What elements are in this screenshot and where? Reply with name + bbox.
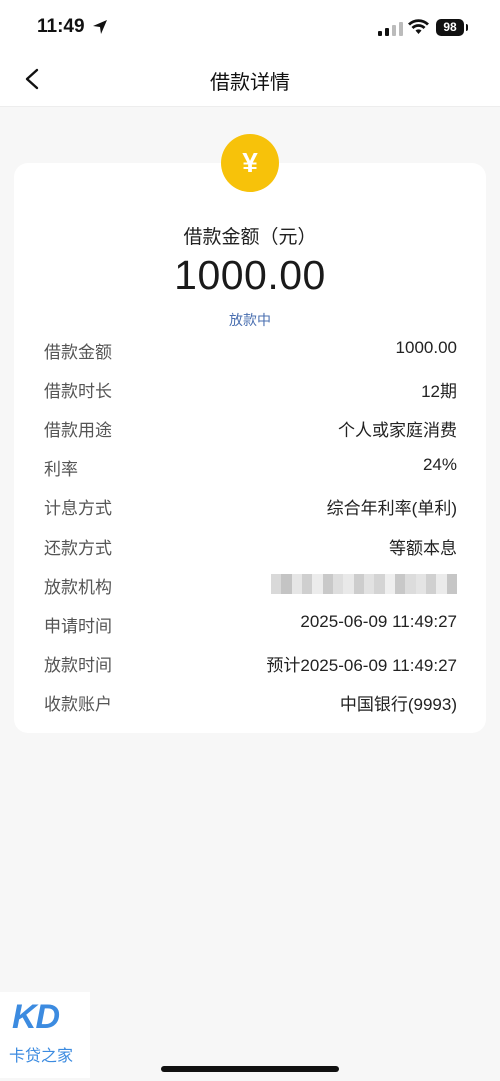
watermark-kd-logo: KD — [12, 998, 60, 1036]
detail-value: 1000.00 — [395, 338, 457, 357]
yen-coin-icon: ¥ — [221, 134, 279, 192]
amount-value: 1000.00 — [174, 252, 326, 298]
detail-row-repayment-method: 还款方式 等额本息 — [44, 534, 457, 558]
status-badge: 放款中 — [229, 312, 271, 328]
nav-bar: 借款详情 — [0, 56, 500, 107]
detail-value: 24% — [422, 455, 457, 474]
detail-value: 预计2025-06-09 11:49:27 — [266, 656, 457, 675]
detail-row-purpose: 借款用途 个人或家庭消费 — [44, 416, 457, 440]
detail-row-lender: 放款机构 — [44, 573, 457, 597]
detail-label: 放款机构 — [44, 578, 112, 597]
detail-label: 计息方式 — [44, 499, 112, 518]
detail-label: 利率 — [44, 460, 78, 479]
detail-label: 借款用途 — [44, 421, 112, 440]
home-indicator[interactable] — [161, 1066, 339, 1072]
detail-value: 个人或家庭消费 — [338, 421, 457, 440]
detail-row-term: 借款时长 12期 — [44, 377, 457, 401]
page-title: 借款详情 — [210, 72, 290, 94]
detail-row-disburse-time: 放款时间 预计2025-06-09 11:49:27 — [44, 651, 457, 675]
status-bar: 11:49 98 — [0, 0, 500, 56]
watermark-logo: KD 卡贷之家 — [0, 992, 90, 1078]
redacted-lender-name — [271, 574, 457, 594]
detail-value: 综合年利率(单利) — [326, 499, 457, 518]
detail-label: 借款金额 — [44, 343, 112, 362]
detail-value: 12期 — [421, 382, 457, 401]
wifi-icon — [408, 19, 429, 34]
detail-label: 申请时间 — [44, 617, 112, 636]
battery-indicator: 98 — [436, 19, 468, 36]
detail-value: 中国银行(9993) — [339, 695, 457, 714]
detail-value: 等额本息 — [389, 539, 457, 558]
detail-label: 借款时长 — [44, 382, 112, 401]
detail-row-amount: 借款金额 1000.00 — [44, 338, 457, 362]
detail-row-rate: 利率 24% — [44, 455, 457, 479]
amount-label: 借款金额（元） — [183, 227, 317, 248]
status-time: 11:49 — [37, 16, 85, 37]
detail-row-interest-method: 计息方式 综合年利率(单利) — [44, 494, 457, 518]
detail-label: 还款方式 — [44, 539, 112, 558]
watermark-text: 卡贷之家 — [9, 1048, 74, 1065]
detail-value: 2025-06-09 11:49:27 — [300, 612, 457, 631]
detail-row-receiving-account: 收款账户 中国银行(9993) — [44, 690, 457, 714]
location-arrow-icon — [93, 20, 107, 34]
cellular-signal-icon — [378, 22, 403, 36]
detail-row-apply-time: 申请时间 2025-06-09 11:49:27 — [44, 612, 457, 636]
detail-label: 放款时间 — [44, 656, 112, 675]
detail-label: 收款账户 — [44, 695, 112, 714]
